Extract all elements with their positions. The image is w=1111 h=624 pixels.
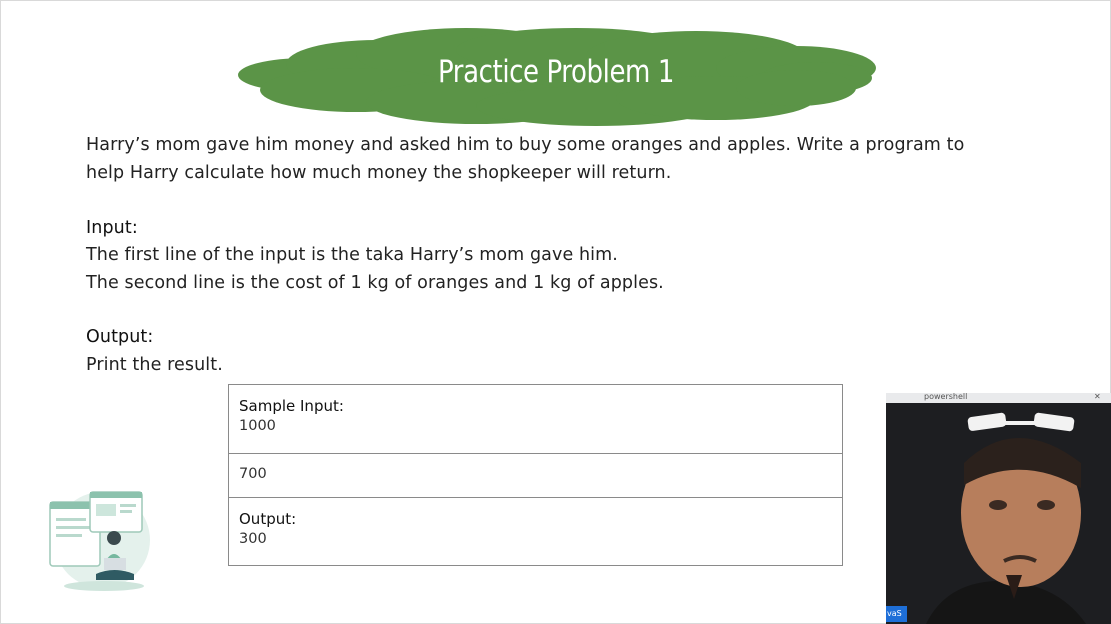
slide-title: Practice Problem 1 — [437, 54, 675, 90]
close-icon[interactable]: ✕ — [1094, 393, 1101, 401]
sample-output-value: 300 — [239, 531, 267, 547]
output-description: Print the result. — [86, 355, 223, 375]
table-row: 700 — [229, 454, 842, 498]
webcam-window-title: powershell — [924, 393, 968, 401]
input-heading: Input: — [86, 218, 138, 238]
webcam-label-badge: vaS — [886, 606, 907, 622]
table-row: Sample Input: 1000 — [229, 385, 842, 454]
title-banner: Practice Problem 1 — [236, 28, 876, 128]
webcam-overlay: powershell ✕ vaS — [886, 393, 1111, 624]
problem-description-line1: Harry’s mom gave him money and asked him… — [86, 135, 965, 155]
sample-output-label: Output: — [239, 510, 297, 528]
sample-input-value: 1000 — [239, 418, 276, 434]
output-heading: Output: — [86, 327, 154, 347]
student-laptop-illustration — [44, 488, 156, 594]
webcam-window-bar: powershell ✕ — [886, 393, 1111, 403]
input-description-line2: The second line is the cost of 1 kg of o… — [86, 273, 664, 293]
problem-description-line2: help Harry calculate how much money the … — [86, 163, 672, 183]
presenter-video — [886, 403, 1111, 624]
sample-io-table: Sample Input: 1000 700 Output: 300 — [228, 384, 843, 566]
sample-input-label: Sample Input: — [239, 397, 344, 415]
sample-input-value-2: 700 — [239, 466, 267, 482]
input-description-line1: The first line of the input is the taka … — [86, 245, 618, 265]
table-row: Output: 300 — [229, 498, 842, 565]
